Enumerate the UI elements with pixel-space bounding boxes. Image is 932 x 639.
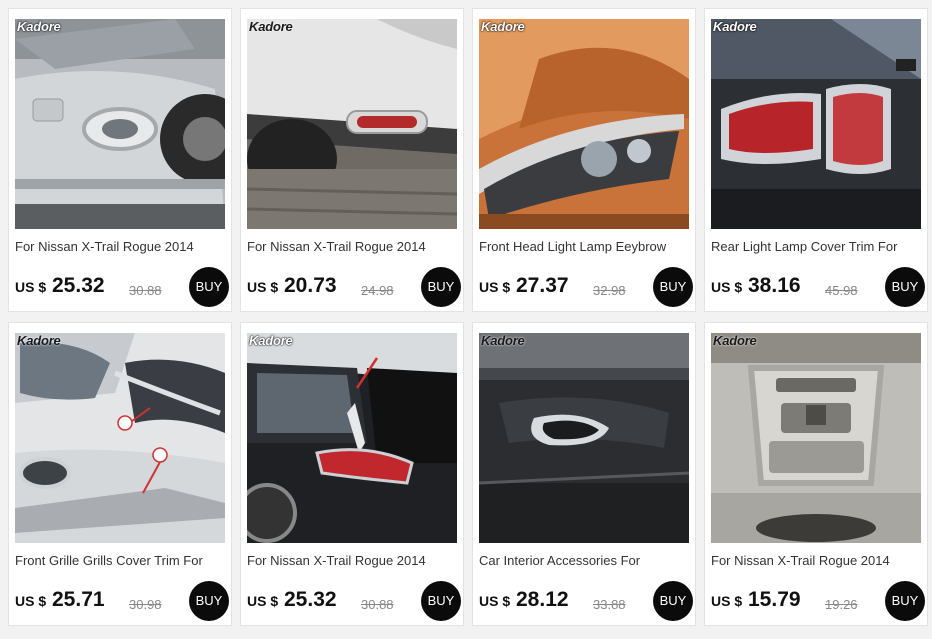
product-card[interactable]: Kadore Front Head Light Lamp Eeybrow US …: [472, 8, 696, 312]
currency-label: US $: [247, 279, 279, 295]
product-card[interactable]: Kadore For Nissan X-Trail Rogue 2014 US …: [240, 322, 464, 626]
buy-button[interactable]: BUY: [189, 267, 229, 307]
buy-button[interactable]: BUY: [653, 581, 693, 621]
sale-price: 15.79: [748, 588, 801, 611]
interior-door-handle-image: [479, 333, 689, 543]
original-price: 24.98: [361, 283, 394, 298]
product-card[interactable]: Kadore Car Interior Accessories For US $…: [472, 322, 696, 626]
currency-label: US $: [711, 593, 743, 609]
sale-price: 20.73: [284, 274, 337, 297]
currency-label: US $: [711, 279, 743, 295]
product-title[interactable]: For Nissan X-Trail Rogue 2014: [15, 239, 227, 254]
product-image[interactable]: Kadore: [711, 333, 921, 543]
price-row: US $ 25.32 30.88 BUY: [15, 267, 229, 307]
product-image[interactable]: Kadore: [247, 333, 457, 543]
brand-watermark: Kadore: [17, 19, 61, 34]
currency-label: US $: [15, 279, 47, 295]
product-title[interactable]: For Nissan X-Trail Rogue 2014: [711, 553, 923, 568]
brand-watermark: Kadore: [481, 333, 525, 348]
original-price: 19.26: [825, 597, 858, 612]
buy-button[interactable]: BUY: [421, 267, 461, 307]
product-title[interactable]: Front Head Light Lamp Eeybrow: [479, 239, 691, 254]
product-grid: Kadore For Nissan X-Trail Rogue 2014 US …: [0, 0, 932, 639]
price-row: US $ 15.79 19.26 BUY: [711, 581, 925, 621]
brand-watermark: Kadore: [249, 333, 293, 348]
product-image[interactable]: Kadore: [15, 333, 225, 543]
rear-light-cover-image: [711, 19, 921, 229]
original-price: 33.88: [593, 597, 626, 612]
brand-watermark: Kadore: [481, 19, 525, 34]
brand-watermark: Kadore: [713, 19, 757, 34]
currency-label: US $: [479, 593, 511, 609]
brand-watermark: Kadore: [17, 333, 61, 348]
sale-price: 25.32: [284, 588, 337, 611]
product-title[interactable]: Car Interior Accessories For: [479, 553, 691, 568]
product-card[interactable]: Kadore For Nissan X-Trail Rogue 2014 US …: [704, 322, 928, 626]
brand-watermark: Kadore: [713, 333, 757, 348]
buy-button[interactable]: BUY: [885, 267, 925, 307]
headlight-eyebrow-image: [479, 19, 689, 229]
price-row: US $ 25.32 30.88 BUY: [247, 581, 461, 621]
original-price: 45.98: [825, 283, 858, 298]
product-image[interactable]: Kadore: [479, 333, 689, 543]
price-row: US $ 38.16 45.98 BUY: [711, 267, 925, 307]
product-title[interactable]: Rear Light Lamp Cover Trim For: [711, 239, 923, 254]
price-row: US $ 20.73 24.98 BUY: [247, 267, 461, 307]
product-image[interactable]: Kadore: [247, 19, 457, 229]
price-row: US $ 25.71 30.98 BUY: [15, 581, 229, 621]
product-image[interactable]: Kadore: [711, 19, 921, 229]
currency-label: US $: [247, 593, 279, 609]
product-card[interactable]: Kadore For Nissan X-Trail Rogue 2014 US …: [240, 8, 464, 312]
price-row: US $ 28.12 33.88 BUY: [479, 581, 693, 621]
sale-price: 28.12: [516, 588, 569, 611]
product-title[interactable]: For Nissan X-Trail Rogue 2014: [247, 553, 459, 568]
product-title[interactable]: For Nissan X-Trail Rogue 2014: [247, 239, 459, 254]
front-grille-trim-image: [15, 333, 225, 543]
sale-price: 27.37: [516, 274, 569, 297]
car-rear-reflector-image: [247, 19, 457, 229]
buy-button[interactable]: BUY: [885, 581, 925, 621]
buy-button[interactable]: BUY: [421, 581, 461, 621]
original-price: 30.88: [129, 283, 162, 298]
sale-price: 25.32: [52, 274, 105, 297]
product-card[interactable]: Kadore For Nissan X-Trail Rogue 2014 US …: [8, 8, 232, 312]
rear-window-trim-image: [247, 333, 457, 543]
price-row: US $ 27.37 32.98 BUY: [479, 267, 693, 307]
sale-price: 25.71: [52, 588, 105, 611]
product-card[interactable]: Kadore Rear Light Lamp Cover Trim For US…: [704, 8, 928, 312]
product-image[interactable]: Kadore: [479, 19, 689, 229]
currency-label: US $: [479, 279, 511, 295]
car-front-bumper-image: [15, 19, 225, 229]
reading-lamp-cover-image: [711, 333, 921, 543]
buy-button[interactable]: BUY: [189, 581, 229, 621]
product-card[interactable]: Kadore Front Grille Grills Cover Trim Fo…: [8, 322, 232, 626]
product-title[interactable]: Front Grille Grills Cover Trim For: [15, 553, 227, 568]
sale-price: 38.16: [748, 274, 801, 297]
product-image[interactable]: Kadore: [15, 19, 225, 229]
original-price: 30.98: [129, 597, 162, 612]
brand-watermark: Kadore: [249, 19, 293, 34]
original-price: 32.98: [593, 283, 626, 298]
original-price: 30.88: [361, 597, 394, 612]
currency-label: US $: [15, 593, 47, 609]
buy-button[interactable]: BUY: [653, 267, 693, 307]
